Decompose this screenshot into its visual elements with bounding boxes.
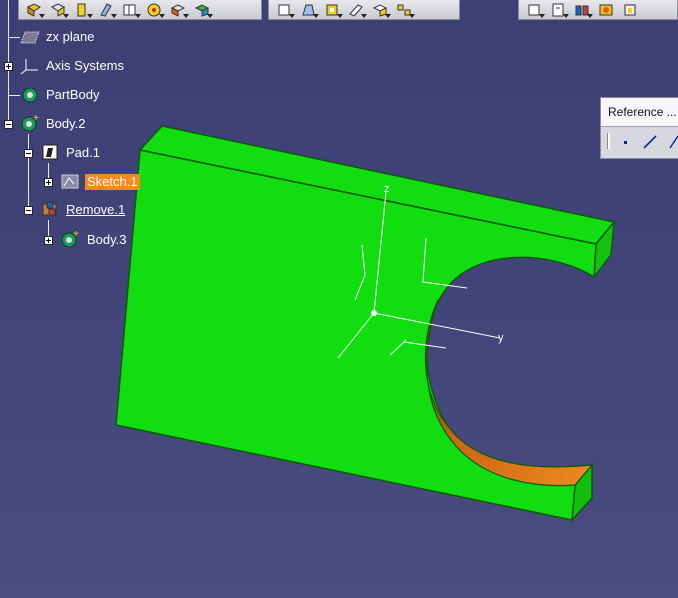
axis-system-icon[interactable] [20, 57, 40, 75]
toolbar-button-8[interactable] [191, 2, 213, 18]
union-trim-icon [624, 4, 635, 16]
tree-expand-body-3[interactable] [44, 236, 53, 245]
plane-icon[interactable] [20, 28, 40, 46]
tree-item-body-2[interactable]: Body.2 [46, 116, 86, 132]
toolbar-button-10[interactable] [297, 2, 319, 18]
toolbar-button-12[interactable] [345, 2, 367, 18]
point-button[interactable] [616, 133, 634, 149]
tree-line [8, 95, 20, 96]
z-axis-label: z [384, 183, 390, 195]
svg-text:+: + [73, 230, 79, 240]
toolbar-button-11[interactable] [321, 2, 343, 18]
toolbar-button-13[interactable] [369, 2, 391, 18]
pad-icon[interactable] [40, 143, 60, 161]
line-icon [643, 134, 657, 149]
toolbar-button-14[interactable] [393, 2, 415, 18]
toolbar-button-19[interactable] [619, 2, 639, 18]
line-button[interactable] [640, 133, 658, 149]
toolbar-button-16[interactable] [547, 2, 569, 18]
toolbar-button-4[interactable] [95, 2, 117, 18]
reference-toolbar: Reference ... [600, 97, 678, 159]
toolbar-middle [268, 0, 460, 20]
toolbar-right [518, 0, 678, 20]
tree-item-remove-1[interactable]: Remove.1 [66, 202, 125, 218]
svg-text:+: + [33, 114, 39, 124]
tree-line [8, 37, 20, 38]
intersect-icon [599, 4, 612, 16]
toolbar-button-9[interactable] [273, 2, 295, 18]
partbody-icon[interactable] [20, 86, 40, 104]
toolbar-button-1[interactable] [23, 2, 45, 18]
remove-icon[interactable] [40, 200, 60, 218]
tree-collapse-remove-1[interactable] [24, 206, 33, 215]
tree-expand-axis-systems[interactable] [4, 62, 13, 71]
body-icon[interactable]: + [20, 113, 40, 132]
point-icon [623, 140, 627, 144]
tree-collapse-body-2[interactable] [4, 120, 13, 129]
toolbar-button-6[interactable] [143, 2, 165, 18]
toolbar-button-18[interactable] [595, 2, 615, 18]
part-geometry[interactable]: z y [0, 0, 678, 598]
tree-item-axis-systems[interactable]: Axis Systems [46, 58, 124, 74]
tree-item-body-3[interactable]: Body.3 [87, 232, 127, 248]
reference-toolbar-title[interactable]: Reference ... [601, 98, 678, 127]
toolbar-button-7[interactable] [167, 2, 189, 18]
tree-collapse-pad-1[interactable] [24, 149, 33, 158]
3d-viewport[interactable]: z y Reference ... zx plane Axis Systems … [0, 0, 678, 598]
tree-item-partbody[interactable]: PartBody [46, 87, 99, 103]
toolbar-button-3[interactable] [71, 2, 93, 18]
body-icon[interactable]: + [60, 229, 80, 248]
toolbar-button-17[interactable] [571, 2, 593, 18]
toolbar-button-5[interactable] [119, 2, 141, 18]
tree-line [28, 134, 29, 212]
sketch-icon[interactable] [60, 172, 80, 190]
tree-item-sketch-1[interactable]: Sketch.1 [85, 174, 140, 190]
tree-item-pad-1[interactable]: Pad.1 [66, 145, 100, 161]
y-axis-label: y [498, 332, 504, 344]
plane-icon [669, 135, 678, 148]
toolbar-button-2[interactable] [47, 2, 69, 18]
toolbar-left [18, 0, 262, 20]
toolbar-button-15[interactable] [523, 2, 545, 18]
plane-button[interactable] [665, 133, 678, 149]
tree-item-zx-plane[interactable]: zx plane [46, 29, 94, 45]
tree-expand-sketch-1[interactable] [44, 178, 53, 187]
